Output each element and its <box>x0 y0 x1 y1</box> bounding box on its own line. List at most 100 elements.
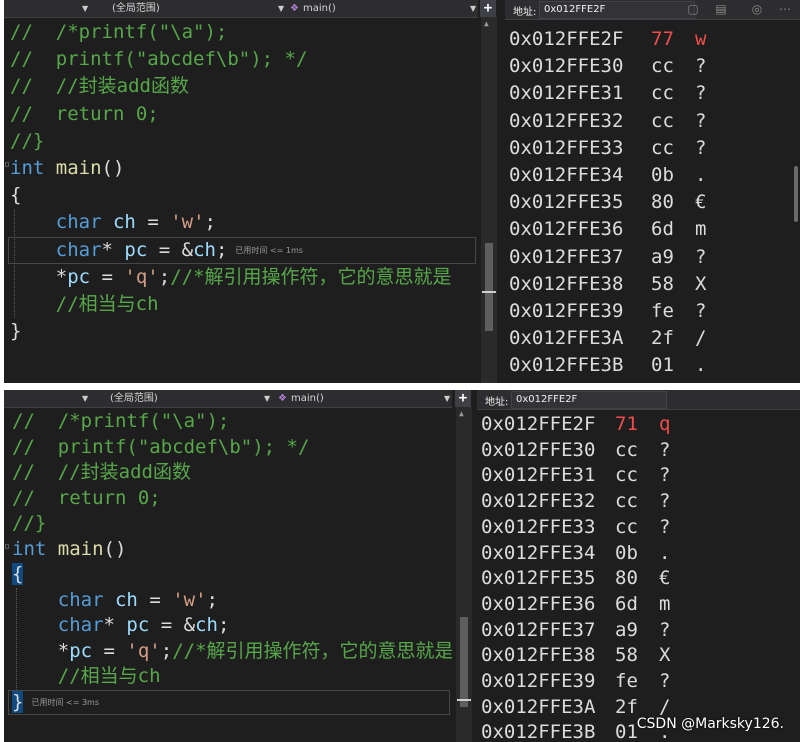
memory-byte-hex[interactable]: a9 <box>615 618 638 644</box>
memory-byte-hex[interactable]: 2f <box>651 325 674 352</box>
memory-row[interactable]: 0x012FFE39 fe? <box>505 298 800 325</box>
code-line[interactable]: char ch = 'w'; <box>10 209 478 236</box>
memory-row[interactable]: 0x012FFE33 cc? <box>477 515 800 541</box>
code-line[interactable]: { <box>12 562 452 588</box>
memory-byte-hex[interactable]: 6d <box>615 592 638 618</box>
memory-row[interactable]: 0x012FFE36 6d m <box>477 592 800 618</box>
memory-row[interactable]: 0x012FFE35 80 € <box>477 566 800 592</box>
memory-byte-hex[interactable]: cc <box>615 515 638 541</box>
scrollbar-thumb[interactable] <box>460 617 468 707</box>
memory-scroll-thumb[interactable] <box>794 166 798 222</box>
memory-byte-hex[interactable]: cc <box>615 489 638 515</box>
code-line[interactable]: // printf("abcdef\b"); */ <box>10 46 478 73</box>
memory-byte-hex[interactable]: 0b <box>615 541 638 567</box>
code-line[interactable]: int main() <box>10 155 478 182</box>
memory-row[interactable]: 0x012FFE33 cc? <box>505 135 800 162</box>
code-line[interactable]: // /*printf("\a"); <box>12 409 452 435</box>
memory-byte-hex[interactable]: 58 <box>651 271 674 298</box>
memory-byte-hex[interactable]: cc <box>651 108 674 135</box>
memory-byte-hex[interactable]: cc <box>651 80 674 107</box>
memory-row[interactable]: 0x012FFE38 58 X <box>477 643 800 669</box>
code-line[interactable]: { <box>10 182 478 209</box>
memory-row[interactable]: 0x012FFE36 6d m <box>505 216 800 243</box>
memory-row[interactable]: 0x012FFE2F 71 q <box>477 412 800 438</box>
layout-icon[interactable]: ▤ <box>713 0 729 19</box>
chevron-down-icon[interactable]: ▼ <box>264 390 270 407</box>
code-line[interactable]: //相当与ch <box>12 664 452 690</box>
memory-row[interactable]: 0x012FFE30 cc? <box>505 53 800 80</box>
code-line[interactable]: // /*printf("\a"); <box>10 19 478 46</box>
memory-row[interactable]: 0x012FFE34 0b. <box>505 162 800 189</box>
memory-row[interactable]: 0x012FFE38 58 X <box>505 271 800 298</box>
memory-byte-hex[interactable]: cc <box>615 463 638 489</box>
memory-row[interactable]: 0x012FFE37 a9? <box>505 244 800 271</box>
code-line[interactable]: //} <box>10 128 478 155</box>
more-icon[interactable]: ⋯ <box>777 0 793 19</box>
memory-byte-hex[interactable]: 01 <box>615 720 638 742</box>
code-line[interactable]: char ch = 'w'; <box>12 588 452 614</box>
memory-row[interactable]: 0x012FFE31 cc? <box>477 463 800 489</box>
memory-row[interactable]: 0x012FFE31 cc? <box>505 80 800 107</box>
editor-vertical-scrollbar[interactable]: ▲ <box>456 407 472 742</box>
memory-byte-hex[interactable]: 71 <box>615 412 638 438</box>
code-line[interactable]: *pc = 'q';//*解引用操作符，它的意思就是 <box>12 639 452 665</box>
code-line[interactable]: //相当与ch <box>10 291 478 318</box>
code-line[interactable]: char* pc = &ch; <box>12 613 452 639</box>
code-line[interactable]: // //封装add函数 <box>12 460 452 486</box>
memory-byte-hex[interactable]: cc <box>615 438 638 464</box>
memory-row[interactable]: 0x012FFE32 cc? <box>505 108 800 135</box>
code-line[interactable]: int main() <box>12 537 452 563</box>
memory-row[interactable]: 0x012FFE3A 2f / <box>505 325 800 352</box>
chevron-down-icon[interactable]: ▼ <box>82 390 88 407</box>
split-window-button[interactable]: + <box>480 0 496 17</box>
memory-byte-hex[interactable]: fe <box>651 298 674 325</box>
memory-byte-hex[interactable]: 01 <box>651 352 674 379</box>
refresh-icon[interactable]: ◎ <box>749 0 765 19</box>
chevron-up-icon[interactable]: ▲ <box>459 409 464 418</box>
memory-byte-hex[interactable]: 2f <box>615 695 638 721</box>
memory-byte-hex[interactable]: 6d <box>651 216 674 243</box>
memory-scrollbar[interactable] <box>792 20 800 383</box>
memory-byte-hex[interactable]: fe <box>615 669 638 695</box>
code-line[interactable]: // return 0; <box>10 101 478 128</box>
memory-byte-hex[interactable]: 80 <box>615 566 638 592</box>
memory-row[interactable]: 0x012FFE34 0b. <box>477 541 800 567</box>
code-line[interactable]: } <box>10 318 478 345</box>
editor-vertical-scrollbar[interactable]: ▲ <box>481 17 497 383</box>
scope-dropdown[interactable]: (全局范围) <box>110 390 158 407</box>
code-editor[interactable]: ▼ (全局范围) ▼ ❖ main() ▼ // /*printf("\a"); /… <box>4 0 478 383</box>
chevron-down-icon[interactable]: ▼ <box>470 0 476 17</box>
memory-row[interactable]: 0x012FFE3B 01. <box>505 352 800 379</box>
code-editor[interactable]: ▼ (全局范围) ▼ ❖ main() ▼ // /*printf("\a"); /… <box>4 390 452 742</box>
memory-byte-hex[interactable]: cc <box>651 135 674 162</box>
chevron-up-icon[interactable]: ▲ <box>484 19 489 28</box>
memory-byte-hex[interactable]: 0b <box>651 162 674 189</box>
memory-row[interactable]: 0x012FFE35 80 € <box>505 189 800 216</box>
memory-byte-hex[interactable]: a9 <box>651 244 674 271</box>
memory-row[interactable]: 0x012FFE30 cc? <box>477 438 800 464</box>
chevron-down-icon[interactable]: ▼ <box>278 0 284 17</box>
code-line[interactable]: //} <box>12 511 452 537</box>
code-line[interactable]: *pc = 'q';//*解引用操作符，它的意思就是 <box>10 264 478 291</box>
chevron-down-icon[interactable]: ▼ <box>444 390 450 407</box>
memory-row[interactable]: 0x012FFE32 cc? <box>477 489 800 515</box>
address-input[interactable]: 0x012FFE2F <box>511 391 667 409</box>
function-dropdown[interactable]: ❖ main() <box>278 390 324 407</box>
code-line[interactable]: // //封装add函数 <box>10 73 478 100</box>
memory-row[interactable]: 0x012FFE39 fe? <box>477 669 800 695</box>
memory-byte-hex[interactable]: 58 <box>615 643 638 669</box>
memory-row[interactable]: 0x012FFE2F 77 w <box>505 26 800 53</box>
fold-marker-icon[interactable]: ▫ <box>4 541 10 552</box>
address-input[interactable]: 0x012FFE2F <box>539 1 695 19</box>
fold-marker-icon[interactable]: ▫ <box>4 159 10 170</box>
memory-row[interactable]: 0x012FFE37 a9? <box>477 618 800 644</box>
memory-byte-hex[interactable]: 77 <box>651 26 674 53</box>
function-dropdown[interactable]: ❖ main() <box>290 0 336 17</box>
split-window-button[interactable]: + <box>455 390 471 407</box>
code-line[interactable]: // printf("abcdef\b"); */ <box>12 435 452 461</box>
memory-byte-hex[interactable]: 80 <box>651 189 674 216</box>
code-line[interactable]: // return 0; <box>12 486 452 512</box>
memory-byte-hex[interactable]: cc <box>651 53 674 80</box>
scope-dropdown[interactable]: (全局范围) <box>112 0 160 17</box>
scrollbar-thumb[interactable] <box>485 243 493 331</box>
